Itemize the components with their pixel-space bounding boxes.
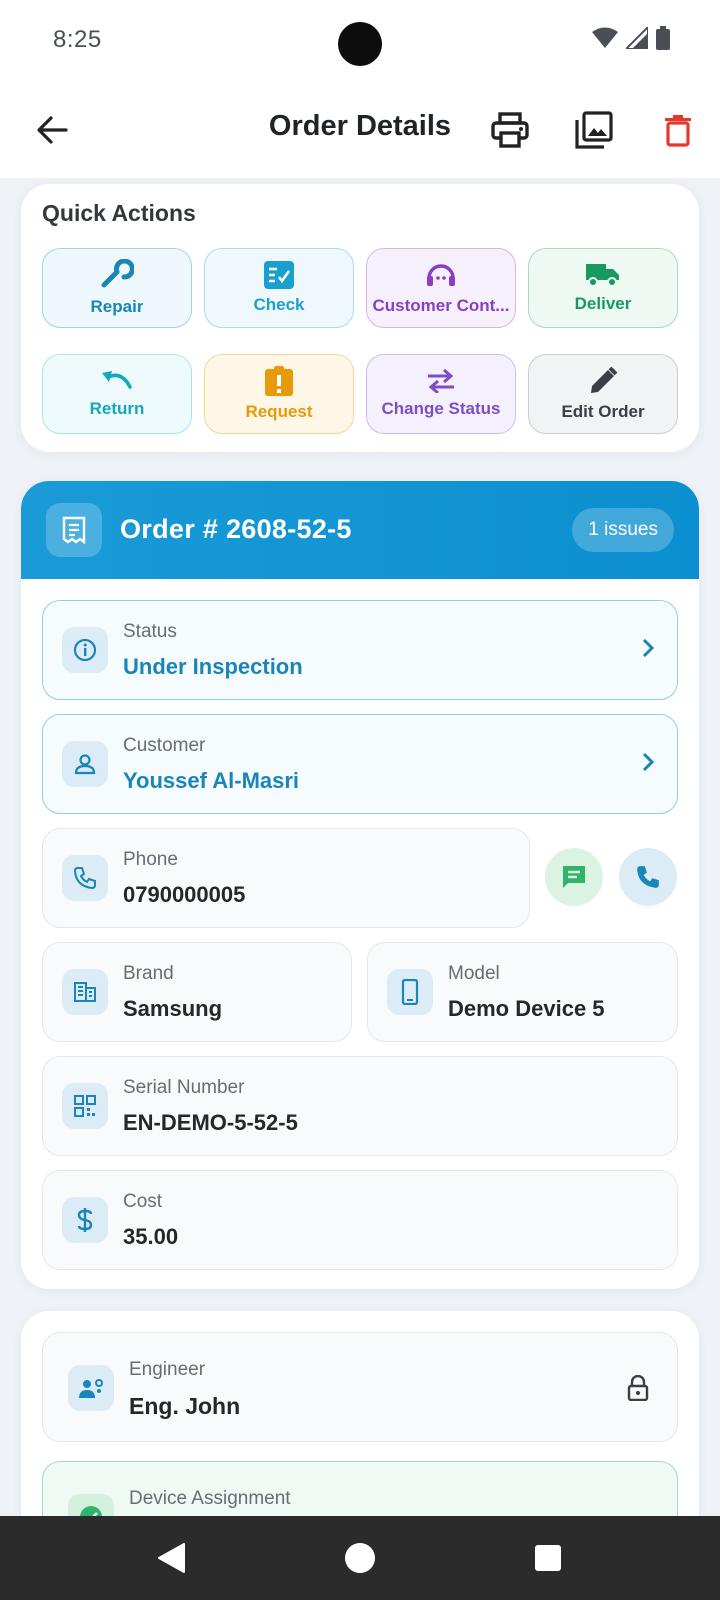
status-label: Status xyxy=(123,621,177,642)
dollar-icon xyxy=(77,1208,93,1232)
info-icon xyxy=(73,638,97,662)
status-bar: 8:25 xyxy=(0,0,720,86)
model-field: Model Demo Device 5 xyxy=(367,942,678,1042)
call-button[interactable] xyxy=(619,848,677,906)
status-value: Under Inspection xyxy=(123,654,303,679)
gallery-button[interactable] xyxy=(570,106,618,154)
smartphone-icon xyxy=(401,979,419,1005)
app-bar: Order Details xyxy=(0,86,720,178)
pencil-icon xyxy=(591,366,618,393)
back-button[interactable] xyxy=(30,108,74,152)
cost-value: 35.00 xyxy=(123,1224,179,1249)
printer-icon xyxy=(491,112,529,148)
receipt-icon xyxy=(62,516,86,544)
phone-icon xyxy=(73,867,96,890)
order-header: Order # 2608-52-5 1 issues xyxy=(21,481,699,579)
phone-field: Phone 0790000005 xyxy=(42,828,530,928)
customer-field[interactable]: Customer Youssef Al-Masri xyxy=(42,714,678,814)
chevron-right-icon xyxy=(642,752,655,772)
undo-icon xyxy=(102,371,132,389)
page-title: Order Details xyxy=(268,110,452,142)
change-status-button[interactable]: Change Status xyxy=(366,354,516,434)
support-agent-icon xyxy=(427,264,455,286)
status-field[interactable]: Status Under Inspection xyxy=(42,600,678,700)
return-button[interactable]: Return xyxy=(42,354,192,434)
engineer-value: Eng. John xyxy=(129,1393,241,1419)
back-arrow-icon xyxy=(37,116,68,144)
phone-value: 0790000005 xyxy=(123,882,246,907)
wrench-icon xyxy=(101,259,134,288)
check-label: Check xyxy=(253,295,305,314)
engineer-label: Engineer xyxy=(129,1359,206,1380)
customer-contact-label: Customer Cont... xyxy=(372,296,510,315)
battery-icon xyxy=(656,26,670,50)
customer-value: Youssef Al-Masri xyxy=(123,768,300,793)
customer-label: Customer xyxy=(123,735,206,756)
customer-contact-button[interactable]: Customer Cont... xyxy=(366,248,516,328)
issues-badge[interactable]: 1 issues xyxy=(572,508,674,552)
phone-icon xyxy=(637,866,659,888)
phone-label: Phone xyxy=(123,849,178,870)
repair-label: Repair xyxy=(90,297,144,316)
serial-number-label: Serial Number xyxy=(123,1077,245,1098)
serial-number-value: EN-DEMO-5-52-5 xyxy=(123,1110,298,1135)
dollar-icon-box xyxy=(62,1197,108,1243)
cost-field: Cost 35.00 xyxy=(42,1170,678,1270)
qr-code-icon xyxy=(74,1095,96,1117)
engineer-icon-box xyxy=(68,1365,114,1411)
status-icons xyxy=(592,26,670,50)
deliver-button[interactable]: Deliver xyxy=(528,248,678,328)
smartphone-icon-box xyxy=(387,969,433,1015)
brand-field: Brand Samsung xyxy=(42,942,352,1042)
serial-number-field: Serial Number EN-DEMO-5-52-5 xyxy=(42,1056,678,1156)
request-label: Request xyxy=(245,402,313,421)
deliver-label: Deliver xyxy=(574,294,632,313)
phone-icon-box xyxy=(62,855,108,901)
chevron-right-icon xyxy=(642,638,655,658)
front-camera xyxy=(338,22,382,66)
edit-order-label: Edit Order xyxy=(561,402,645,421)
device-assignment-label: Device Assignment xyxy=(129,1488,291,1509)
nav-recents-icon[interactable] xyxy=(534,1544,562,1572)
change-status-label: Change Status xyxy=(381,399,501,418)
request-button[interactable]: Request xyxy=(204,354,354,434)
nav-home-icon[interactable] xyxy=(344,1542,376,1574)
brand-value: Samsung xyxy=(123,996,223,1021)
engineer-icon xyxy=(79,1379,103,1398)
order-number: Order # 2608-52-5 xyxy=(120,514,352,544)
qr-code-icon-box xyxy=(62,1083,108,1129)
message-icon xyxy=(563,866,585,888)
check-button[interactable]: Check xyxy=(204,248,354,328)
checklist-icon xyxy=(264,261,294,289)
person-icon-box xyxy=(62,741,108,787)
model-value: Demo Device 5 xyxy=(448,996,605,1021)
model-label: Model xyxy=(448,963,500,984)
alert-clipboard-icon xyxy=(265,366,293,396)
brand-label: Brand xyxy=(123,963,174,984)
cost-label: Cost xyxy=(123,1191,163,1212)
signal-icon xyxy=(626,27,648,49)
nav-back-icon[interactable] xyxy=(156,1542,186,1574)
person-icon xyxy=(74,754,96,775)
edit-order-button[interactable]: Edit Order xyxy=(528,354,678,434)
swap-arrows-icon xyxy=(428,369,454,393)
building-icon xyxy=(74,982,96,1002)
building-icon-box xyxy=(62,969,108,1015)
repair-button[interactable]: Repair xyxy=(42,248,192,328)
quick-actions-title: Quick Actions xyxy=(42,200,196,226)
wifi-icon xyxy=(592,27,618,48)
engineer-field: Engineer Eng. John xyxy=(42,1332,678,1442)
info-icon-box xyxy=(62,627,108,673)
return-label: Return xyxy=(89,399,145,418)
message-button[interactable] xyxy=(545,848,603,906)
system-navigation-bar xyxy=(0,1516,720,1600)
lock-icon xyxy=(627,1375,649,1401)
status-time: 8:25 xyxy=(53,26,102,53)
photo-library-icon xyxy=(575,111,613,149)
delete-button[interactable] xyxy=(654,106,702,154)
print-button[interactable] xyxy=(486,106,534,154)
trash-icon xyxy=(665,115,691,147)
receipt-icon-box xyxy=(46,503,102,557)
truck-icon xyxy=(586,264,619,287)
